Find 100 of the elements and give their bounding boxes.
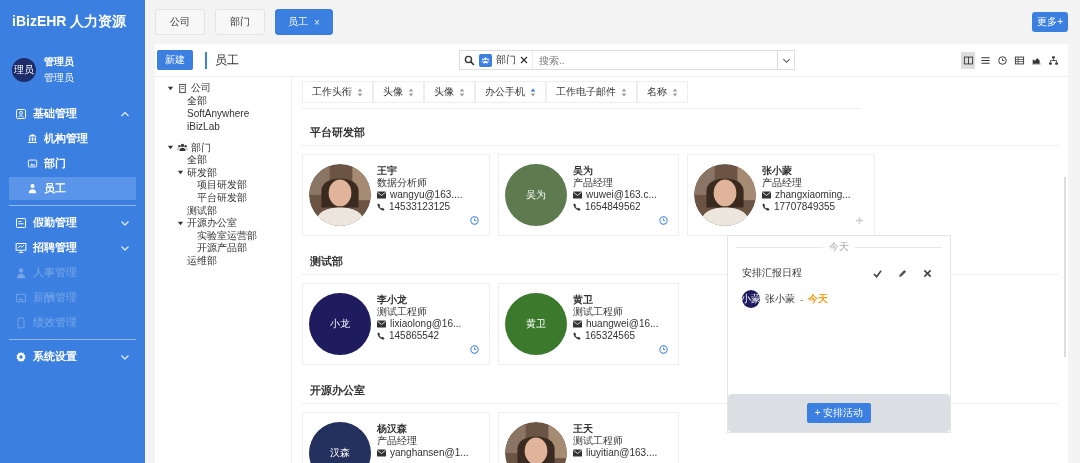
- phone-icon: [573, 332, 581, 340]
- menu-item[interactable]: 系统设置: [9, 344, 136, 369]
- job-title: 测试工程师: [573, 435, 624, 447]
- pencil-icon[interactable]: [898, 268, 907, 278]
- clock-icon[interactable]: [470, 216, 479, 225]
- sort-button[interactable]: 头像: [424, 81, 475, 103]
- sort-button[interactable]: 工作电子邮件: [546, 81, 637, 103]
- phone-icon: [762, 203, 770, 211]
- mail-icon: [377, 449, 386, 457]
- tree-item[interactable]: 公司: [191, 81, 211, 96]
- employee-name: 张小蒙: [762, 165, 793, 177]
- clock-icon[interactable]: [659, 216, 668, 225]
- menu-item[interactable]: 基础管理: [9, 101, 136, 126]
- employee-card[interactable]: 吴为 吴为 产品经理 wuwei@163.c... 1654849562: [498, 154, 679, 236]
- tree-item[interactable]: 全部: [187, 93, 207, 108]
- group-title: 平台研发部: [302, 115, 1058, 146]
- mail-icon: [762, 191, 771, 199]
- check-icon[interactable]: [873, 268, 882, 278]
- tree-item[interactable]: 研发部: [187, 165, 217, 180]
- building-icon: [177, 82, 188, 94]
- employee-avatar: 吴为: [505, 164, 567, 226]
- list-icon: [979, 54, 991, 66]
- close-icon[interactable]: [520, 56, 528, 64]
- tree-item[interactable]: 开源办公室: [187, 216, 237, 231]
- sort-button[interactable]: 工作头衔: [302, 81, 373, 103]
- tab[interactable]: 部门: [215, 9, 265, 35]
- email-text: liuyitian@163....: [586, 447, 658, 459]
- schedule-button[interactable]: + 安排活动: [806, 403, 872, 423]
- search-bar[interactable]: 部门 搜索..: [459, 50, 795, 70]
- employee-card[interactable]: 黄卫 黄卫 测试工程师 huangwei@16... 165324565: [498, 283, 679, 365]
- email-text: wuwei@163.c...: [586, 189, 657, 201]
- tree-item[interactable]: 平台研发部: [197, 191, 247, 206]
- close-icon[interactable]: [923, 268, 932, 278]
- user-name: 管理员: [44, 55, 74, 69]
- tree-item[interactable]: 全部: [187, 153, 207, 168]
- clock-icon: [996, 54, 1008, 66]
- clock-icon[interactable]: [470, 345, 479, 354]
- job-title: 产品经理: [573, 177, 614, 189]
- view-button[interactable]: [961, 51, 975, 69]
- table-icon: [1013, 54, 1025, 66]
- form-icon: [15, 216, 27, 229]
- tree-item[interactable]: 实验室运营部: [197, 228, 257, 243]
- sort-button[interactable]: 名称: [637, 81, 688, 103]
- separator-text: -: [800, 293, 804, 305]
- image-icon: [27, 158, 38, 169]
- phone-icon: [377, 203, 385, 211]
- caret-icon[interactable]: [177, 219, 184, 227]
- email-text: lixiaolong@16...: [390, 318, 462, 330]
- caret-icon[interactable]: [167, 144, 174, 152]
- employee-avatar: 黄卫: [505, 293, 567, 355]
- employee-name: 杨汉森: [377, 423, 408, 435]
- tree-item[interactable]: 测试部: [187, 203, 217, 218]
- person-icon: [27, 183, 38, 194]
- new-button[interactable]: 新建: [157, 50, 193, 70]
- employee-name: 李小龙: [377, 294, 408, 306]
- page-title: 员工: [205, 51, 435, 69]
- tree-item[interactable]: 项目研发部: [197, 178, 247, 193]
- phone-icon: [377, 332, 385, 340]
- sort-button[interactable]: 办公手机: [475, 81, 546, 103]
- menu-item[interactable]: 部门: [9, 152, 136, 175]
- caret-icon[interactable]: [177, 169, 184, 177]
- presentation-icon: [15, 241, 27, 254]
- employee-card[interactable]: 王天 测试工程师 liuyitian@163....: [498, 412, 679, 463]
- job-title: 数据分析师: [377, 177, 428, 189]
- employee-name: 王天: [573, 423, 594, 435]
- tab[interactable]: 员工 ×: [275, 9, 333, 35]
- close-icon[interactable]: ×: [314, 16, 320, 28]
- employee-card[interactable]: 张小蒙 产品经理 zhangxiaoming... 17707849355: [687, 154, 875, 236]
- tree-item[interactable]: SoftAnywhere: [187, 108, 250, 119]
- menu-item[interactable]: 招聘管理: [9, 235, 136, 260]
- caret-icon[interactable]: [167, 84, 174, 92]
- phone-text: 145865542: [389, 330, 440, 342]
- employee-name: 黄卫: [573, 294, 594, 306]
- mail-icon: [573, 191, 582, 199]
- columns-icon: [962, 54, 974, 66]
- mail-icon: [573, 449, 582, 457]
- mail-icon: [573, 320, 582, 328]
- tab[interactable]: 公司: [155, 9, 205, 35]
- more-button[interactable]: 更多+: [1032, 12, 1068, 32]
- employee-card[interactable]: 小龙 李小龙 测试工程师 lixiaolong@16... 145865542: [302, 283, 490, 365]
- mail-icon: [377, 191, 386, 199]
- id-card-icon: [15, 107, 27, 120]
- email-text: zhangxiaoming...: [775, 189, 851, 201]
- employee-card[interactable]: 汉森 杨汉森 产品经理 yanghansen@1...: [302, 412, 490, 463]
- menu-item[interactable]: 机构管理: [9, 127, 136, 150]
- job-title: 产品经理: [377, 435, 418, 447]
- employee-card[interactable]: 王宇 数据分析师 wangyu@163.... 14533123125: [302, 154, 490, 236]
- tree-item[interactable]: 部门: [191, 140, 211, 155]
- tree-item[interactable]: 开源产品部: [197, 241, 247, 256]
- sort-button[interactable]: 头像: [373, 81, 424, 103]
- menu-item[interactable]: 假勤管理: [9, 210, 136, 235]
- tree-item[interactable]: iBizLab: [187, 120, 220, 132]
- tree-item[interactable]: 运维部: [187, 254, 217, 268]
- due-label: 今天: [808, 292, 829, 306]
- app-title: iBizEHR 人力资源: [11, 12, 128, 31]
- mail-icon: [377, 320, 386, 328]
- phone-text: 165324565: [585, 330, 636, 342]
- person-name: 张小蒙: [765, 292, 795, 306]
- clock-icon[interactable]: [659, 345, 668, 354]
- phone-icon: [15, 316, 27, 329]
